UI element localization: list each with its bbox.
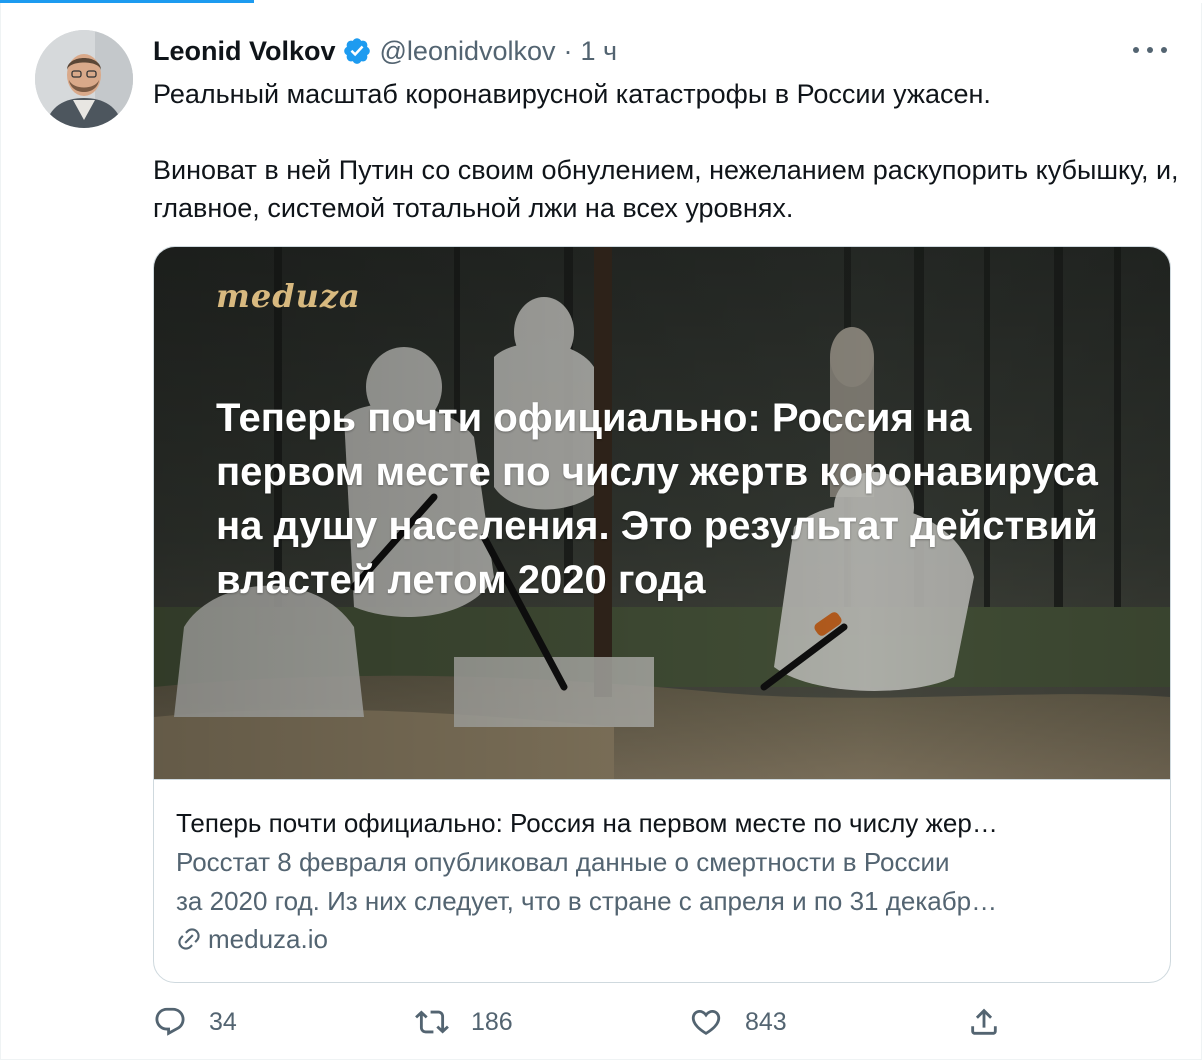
- like-button[interactable]: 843: [689, 999, 787, 1045]
- reply-button[interactable]: 34: [153, 999, 237, 1045]
- tweet-text-line: Виноват в ней Путин со своим обнулением,…: [153, 155, 1179, 223]
- tweet-timestamp[interactable]: 1 ч: [581, 36, 618, 67]
- tweet-text-line: Реальный масштаб коронавирусной катастро…: [153, 79, 991, 109]
- retweet-button[interactable]: 186: [415, 999, 513, 1045]
- card-image[interactable]: meduza Теперь почти официально: Россия н…: [154, 247, 1170, 779]
- more-options-icon[interactable]: [1133, 35, 1167, 65]
- card-domain[interactable]: meduza.io: [176, 921, 1146, 957]
- reply-icon: [155, 1007, 185, 1036]
- heart-icon: [691, 1009, 721, 1035]
- avatar[interactable]: [35, 30, 133, 128]
- tweet-actions: 34 186 843: [153, 999, 1183, 1045]
- tweet-header: Leonid Volkov @leonidvolkov · 1 ч: [153, 31, 617, 71]
- like-count: 843: [745, 1007, 787, 1036]
- link-preview-card[interactable]: meduza Теперь почти официально: Россия н…: [153, 246, 1171, 983]
- share-icon: [971, 1008, 997, 1035]
- author-name[interactable]: Leonid Volkov: [153, 36, 336, 67]
- card-title[interactable]: Теперь почти официально: Россия на перво…: [176, 806, 1146, 840]
- card-domain-text: meduza.io: [208, 924, 328, 954]
- link-icon: [176, 926, 202, 952]
- author-handle[interactable]: @leonidvolkov: [380, 36, 556, 67]
- verified-badge-icon: [342, 36, 372, 66]
- retweet-count: 186: [471, 1007, 513, 1036]
- meduza-logo: meduza: [216, 277, 361, 315]
- share-button[interactable]: [967, 999, 1001, 1045]
- tweet[interactable]: Leonid Volkov @leonidvolkov · 1 ч Реальн…: [0, 3, 1202, 1060]
- card-image-headline: Теперь почти официально: Россия на перво…: [216, 396, 1098, 602]
- card-description: Росстат 8 февраля опубликовал данные о с…: [176, 843, 1146, 921]
- tweet-text: Реальный масштаб коронавирусной катастро…: [153, 75, 1183, 227]
- card-info[interactable]: Теперь почти официально: Россия на перво…: [154, 779, 1170, 982]
- separator-dot: ·: [563, 35, 573, 66]
- retweet-icon: [415, 1010, 449, 1034]
- card-description-line: за 2020 год. Из них следует, что в стран…: [176, 886, 998, 916]
- reply-count: 34: [209, 1007, 237, 1036]
- card-description-line: Росстат 8 февраля опубликовал данные о с…: [176, 847, 950, 877]
